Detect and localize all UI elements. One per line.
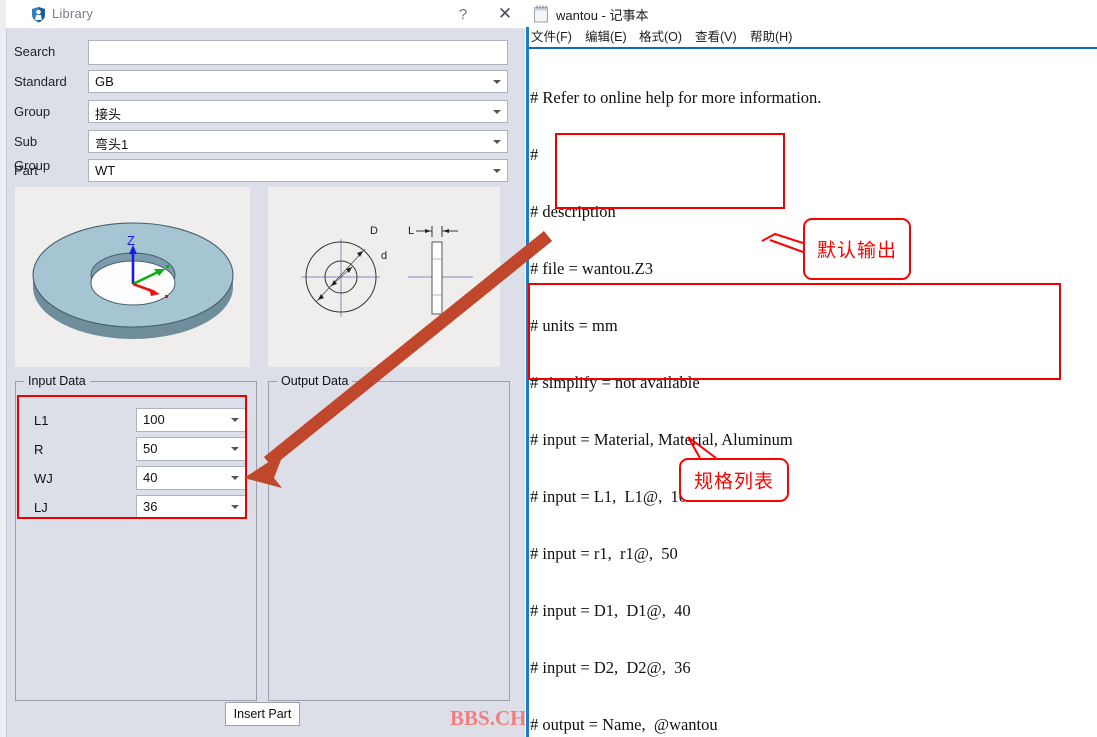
menu-format[interactable]: 格式(O) <box>639 27 682 47</box>
library-dialog: Library ? ✕ Search Standard GB Group 接头 … <box>0 0 525 737</box>
group-value: 接头 <box>95 104 121 123</box>
input-data-title: Input Data <box>24 374 90 388</box>
forum-watermark: BBS.CHINADE.NET <box>450 706 525 731</box>
menu-edit[interactable]: 编辑(E) <box>585 27 627 47</box>
notepad-text-area[interactable]: # Refer to online help for more informat… <box>530 50 1090 737</box>
input-value-r: 50 <box>143 441 157 456</box>
preview-2d-drawing: D d L <box>268 187 500 367</box>
notepad-window: wantou - 记事本 文件(F) 编辑(E) 格式(O) 查看(V) 帮助(… <box>525 0 1097 737</box>
library-titlebar: Library ? ✕ <box>6 0 525 29</box>
text-line: # input = D1, D1@, 40 <box>530 601 1090 620</box>
callout-default-output: 默认输出 <box>803 218 911 280</box>
input-value-wj: 40 <box>143 470 157 485</box>
input-label-l1: L1 <box>34 408 48 434</box>
notepad-menubar: 文件(F) 编辑(E) 格式(O) 查看(V) 帮助(H) <box>525 27 1097 47</box>
close-icon[interactable]: ✕ <box>492 4 518 26</box>
input-value-l1: 100 <box>143 412 165 427</box>
chevron-down-icon[interactable] <box>493 169 501 173</box>
part-value: WT <box>95 163 115 178</box>
output-data-title: Output Data <box>277 374 352 388</box>
text-line: # output = Name, @wantou <box>530 715 1090 734</box>
subgroup-combobox[interactable]: 弯头1 <box>88 130 508 153</box>
callout-spec-list: 规格列表 <box>679 458 789 502</box>
insert-part-button[interactable]: Insert Part <box>225 702 300 726</box>
notepad-titlebar: wantou - 记事本 <box>525 0 1097 27</box>
chevron-down-icon[interactable] <box>231 418 239 422</box>
input-label-wj: WJ <box>34 466 53 492</box>
background-app-sliver <box>0 0 7 737</box>
input-combobox-lj[interactable]: 36 <box>136 495 246 519</box>
chevron-down-icon[interactable] <box>231 447 239 451</box>
text-line: # <box>530 145 1090 164</box>
standard-value: GB <box>95 74 114 89</box>
library-title: Library <box>52 6 93 21</box>
chevron-down-icon[interactable] <box>493 110 501 114</box>
input-label-r: R <box>34 437 43 463</box>
help-icon[interactable]: ? <box>450 4 476 26</box>
text-line: # input = Material, Material, Aluminum <box>530 430 1090 449</box>
group-label: Group <box>14 100 50 124</box>
group-combobox[interactable]: 接头 <box>88 100 508 123</box>
chevron-down-icon[interactable] <box>231 505 239 509</box>
dim-D-label: D <box>370 225 378 237</box>
axis-z-label: Z <box>127 233 135 248</box>
menu-file[interactable]: 文件(F) <box>531 27 572 47</box>
part-combobox[interactable]: WT <box>88 159 508 182</box>
dim-d-label: d <box>381 250 387 262</box>
text-line: # input = L1, L1@, 100 <box>530 487 1090 506</box>
text-line: # input = D2, D2@, 36 <box>530 658 1090 677</box>
preview-3d-model: Z <box>15 187 250 367</box>
notepad-icon <box>533 5 549 23</box>
input-value-lj: 36 <box>143 499 157 514</box>
standard-label: Standard <box>14 70 67 94</box>
menu-help[interactable]: 帮助(H) <box>750 27 792 47</box>
notepad-title: wantou - 记事本 <box>556 5 648 24</box>
text-line: # Refer to online help for more informat… <box>530 88 1090 107</box>
search-label: Search <box>14 40 55 64</box>
text-line: # simplify = not available <box>530 373 1090 392</box>
chevron-down-icon[interactable] <box>493 140 501 144</box>
window-left-border <box>526 27 529 737</box>
input-combobox-l1[interactable]: 100 <box>136 408 246 432</box>
callout-spec-list-text: 规格列表 <box>681 467 787 494</box>
text-line: # units = mm <box>530 316 1090 335</box>
callout-default-output-text: 默认输出 <box>805 236 909 263</box>
library-app-icon <box>30 6 47 23</box>
text-line: # input = r1, r1@, 50 <box>530 544 1090 563</box>
input-label-lj: LJ <box>34 495 48 521</box>
output-data-group: Output Data <box>268 381 510 701</box>
chevron-down-icon[interactable] <box>231 476 239 480</box>
chevron-down-icon[interactable] <box>493 80 501 84</box>
input-combobox-r[interactable]: 50 <box>136 437 246 461</box>
menu-view[interactable]: 查看(V) <box>695 27 737 47</box>
menubar-underline <box>528 47 1097 49</box>
input-combobox-wj[interactable]: 40 <box>136 466 246 490</box>
input-data-group: Input Data L1 100 R 50 WJ 40 LJ <box>15 381 257 701</box>
search-input[interactable] <box>88 40 508 65</box>
part-label: Part <box>14 159 38 183</box>
standard-combobox[interactable]: GB <box>88 70 508 93</box>
dim-L-label: L <box>408 225 414 237</box>
subgroup-value: 弯头1 <box>95 134 128 153</box>
